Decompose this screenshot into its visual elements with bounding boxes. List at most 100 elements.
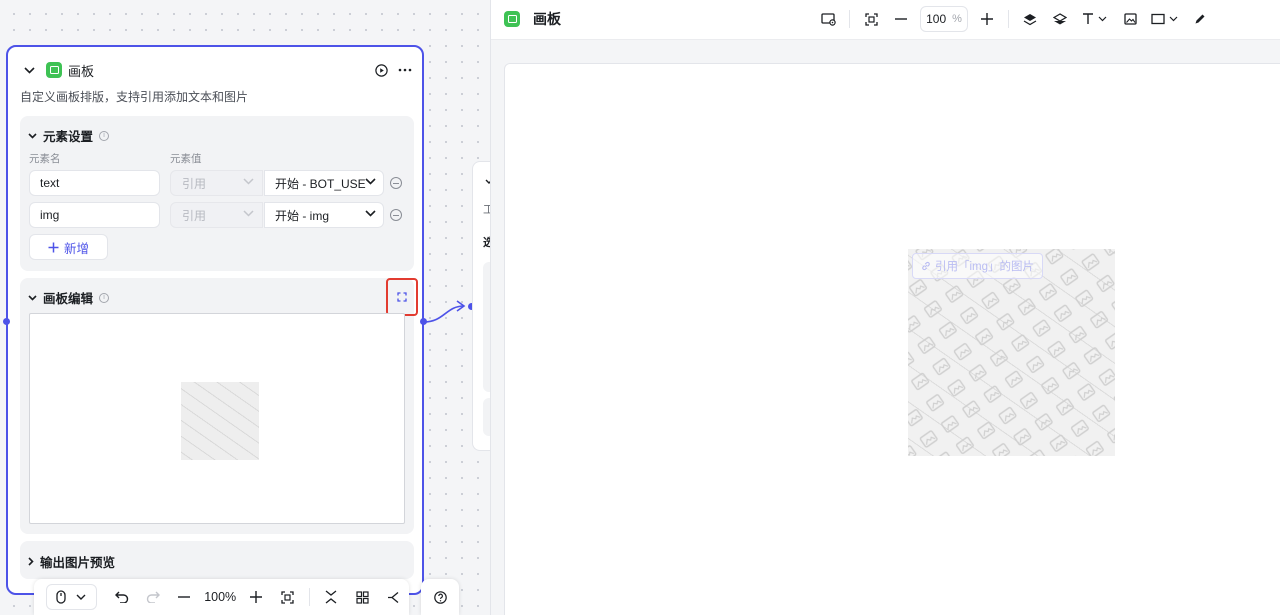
- board-edit-section: 画板编辑 i: [20, 278, 418, 534]
- image-placeholder[interactable]: 引用「img」的图片: [908, 249, 1115, 456]
- canvas-app-icon: [504, 11, 520, 27]
- zoom-level[interactable]: 100%: [200, 590, 240, 604]
- zoom-out-button[interactable]: [886, 6, 916, 32]
- zoom-input[interactable]: 100 %: [920, 6, 968, 32]
- add-image-button[interactable]: [1115, 6, 1145, 32]
- undo-button[interactable]: [107, 584, 138, 610]
- column-header-value: 元素值: [170, 153, 202, 165]
- bring-forward-button[interactable]: [1015, 6, 1045, 32]
- add-shape-button[interactable]: [1145, 6, 1185, 32]
- fit-canvas-button[interactable]: [856, 6, 886, 32]
- output-preview-title: 输出图片预览: [40, 556, 116, 570]
- output-preview-section[interactable]: 输出图片预览: [20, 541, 414, 579]
- draw-button[interactable]: [1185, 6, 1215, 32]
- text-icon: [1083, 13, 1107, 24]
- help-icon: [433, 590, 447, 604]
- run-node-icon[interactable]: [374, 63, 388, 77]
- undo-icon: [115, 591, 129, 603]
- grid-icon: [356, 590, 369, 604]
- canvas-app-icon: [46, 62, 62, 78]
- toolbar-divider: [308, 588, 310, 606]
- chevron-down-icon: [243, 210, 254, 217]
- elements-settings-header[interactable]: 元素设置 i: [28, 126, 110, 145]
- elements-settings-section: 元素设置 i 元素名 元素值 text 引用 开始 - BOT_USE img: [20, 116, 414, 271]
- next-node-card[interactable]: 工 选: [472, 161, 490, 451]
- element-value-select[interactable]: 开始 - img: [264, 202, 384, 228]
- more-options-icon[interactable]: [398, 63, 412, 77]
- image-placeholder-thumbnail[interactable]: [181, 382, 259, 460]
- editor-tools: 100 %: [813, 6, 1215, 32]
- collapse-button[interactable]: [316, 584, 347, 610]
- send-backward-button[interactable]: [1045, 6, 1075, 32]
- redo-button[interactable]: [138, 584, 169, 610]
- remove-element-icon[interactable]: [390, 209, 402, 221]
- add-text-button[interactable]: [1075, 6, 1115, 32]
- rectangle-icon: [1151, 13, 1178, 25]
- screen-settings-icon: [820, 12, 836, 26]
- interaction-mode-select[interactable]: [46, 584, 97, 610]
- layer-up-icon: [1023, 13, 1037, 25]
- redo-icon: [147, 591, 161, 603]
- element-name-input[interactable]: img: [29, 202, 160, 228]
- background-settings-button[interactable]: [813, 6, 843, 32]
- canvas-node-card[interactable]: 画板 自定义画板排版，支持引用添加文本和图片 元素设置 i 元素名 元素值 te…: [6, 45, 424, 595]
- element-type-select[interactable]: 引用: [170, 202, 263, 228]
- zoom-value: 100: [926, 12, 947, 26]
- element-value-label: 开始 - BOT_USE: [275, 176, 366, 191]
- image-reference-label: 引用「img」的图片: [912, 253, 1044, 279]
- collapse-icon: [325, 590, 337, 604]
- chevron-down-icon: [76, 594, 86, 600]
- element-value-select[interactable]: 开始 - BOT_USE: [264, 170, 384, 196]
- layout-button[interactable]: [347, 584, 378, 610]
- layers-icon: [1053, 12, 1067, 24]
- element-name-input[interactable]: text: [29, 170, 160, 196]
- zoom-out-button[interactable]: [169, 584, 200, 610]
- canvas-bottom-toolbar: 100%: [34, 579, 409, 615]
- collapse-chevron-icon[interactable]: [22, 63, 36, 77]
- remove-element-icon[interactable]: [390, 177, 402, 189]
- toolbar-divider: [1008, 10, 1009, 28]
- next-node-section: [483, 262, 490, 392]
- element-type-select[interactable]: 引用: [170, 170, 263, 196]
- pencil-icon: [1195, 14, 1205, 24]
- editor-title-label: 画板: [533, 11, 561, 27]
- image-icon: [1123, 13, 1137, 25]
- board-edit-header[interactable]: 画板编辑 i: [28, 288, 110, 307]
- add-element-button[interactable]: 新增: [29, 234, 108, 260]
- element-value-label: 开始 - img: [275, 208, 330, 223]
- node-description: 自定义画板排版，支持引用添加文本和图片: [20, 90, 249, 104]
- fit-view-icon: [280, 590, 294, 604]
- info-icon[interactable]: i: [99, 292, 110, 303]
- element-type-label: 引用: [182, 208, 207, 223]
- canvas-editor-panel: 画板 100 % 引用「img」的图片: [490, 0, 1280, 615]
- connection-line: [424, 300, 466, 323]
- info-icon[interactable]: i: [99, 130, 110, 141]
- workflow-canvas[interactable]: 画板 自定义画板排版，支持引用添加文本和图片 元素设置 i 元素名 元素值 te…: [0, 0, 490, 615]
- chevron-right-icon: [28, 557, 34, 566]
- input-port[interactable]: [3, 318, 10, 325]
- expand-editor-button[interactable]: [386, 278, 418, 316]
- zoom-in-button[interactable]: [240, 584, 271, 610]
- plus-icon: [249, 591, 262, 603]
- zoom-in-button[interactable]: [972, 6, 1002, 32]
- chevron-down-icon: [365, 178, 376, 185]
- mouse-icon: [56, 590, 66, 604]
- element-type-label: 引用: [182, 176, 207, 191]
- board-preview-area[interactable]: [29, 313, 405, 524]
- plus-icon: [48, 242, 59, 252]
- branch-icon: [388, 591, 399, 603]
- minus-icon: [178, 596, 191, 598]
- toolbar-divider: [849, 10, 850, 28]
- chevron-down-icon: [28, 132, 37, 139]
- editor-title: 画板: [504, 9, 561, 29]
- help-button[interactable]: [421, 579, 459, 615]
- image-pattern-icon: [908, 249, 1115, 456]
- image-reference-text: 引用「img」的图片: [935, 261, 1035, 273]
- fit-view-button[interactable]: [272, 584, 303, 610]
- next-node-label: 选: [483, 234, 490, 250]
- expand-icon: [397, 292, 407, 302]
- fit-view-icon: [864, 12, 878, 26]
- editor-canvas-area[interactable]: 引用「img」的图片: [504, 63, 1280, 615]
- output-preview-header[interactable]: 输出图片预览: [28, 552, 115, 571]
- minimap-button[interactable]: [378, 584, 409, 610]
